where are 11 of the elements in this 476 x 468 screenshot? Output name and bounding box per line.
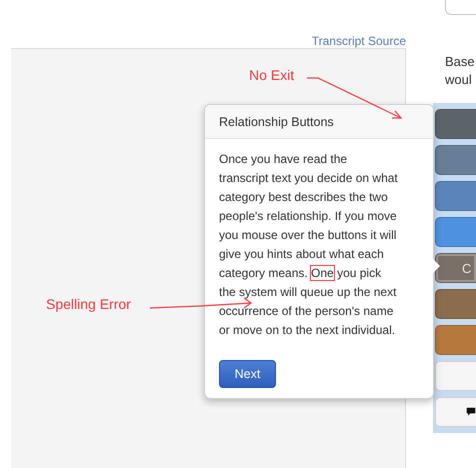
popover-title: Relationship Buttons — [205, 105, 433, 139]
popover-text: Once you have read the transcript text you decide on what category best describes the two people's relationship. If you move you mouse over the buttons it will give you hints about what each category means. One you pick the system will queue up the next occurrence of the person's name or move on to the next individual. — [219, 151, 399, 339]
next-button[interactable]: Next — [219, 360, 276, 388]
annotation-text: No Exit — [249, 67, 294, 83]
input-field[interactable] — [445, 0, 476, 15]
category-button[interactable]: C — [435, 253, 476, 283]
question-text: Base — [445, 53, 476, 71]
category-button[interactable] — [435, 397, 476, 427]
question-text: woul — [445, 71, 473, 89]
transcript-source-link[interactable]: Transcript Source — [312, 34, 406, 48]
annotation-text: Spelling Error — [46, 296, 131, 312]
